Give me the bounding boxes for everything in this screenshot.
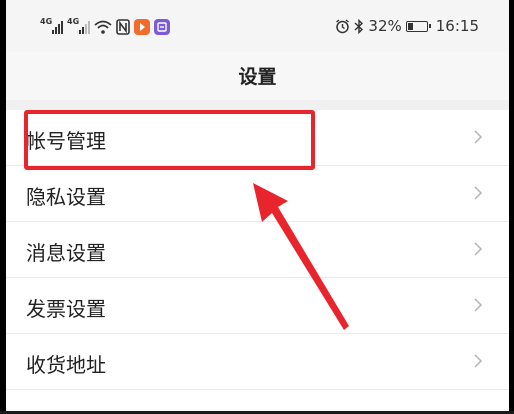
chevron-right-icon	[474, 130, 483, 144]
status-left: 4G 4G	[40, 17, 170, 37]
clock-time: 16:15	[435, 17, 479, 35]
frame-edge-right	[509, 0, 514, 414]
settings-item-label: 发票设置	[26, 297, 106, 321]
highlight-annotation-box	[24, 110, 315, 170]
battery-icon	[405, 20, 431, 32]
battery-percent: 32%	[368, 17, 402, 35]
settings-item-label: 收货地址	[26, 353, 106, 377]
settings-item-messages[interactable]: 消息设置	[6, 222, 509, 278]
cellular-signal-2-icon: 4G	[67, 17, 90, 34]
settings-item-privacy[interactable]: 隐私设置	[6, 166, 509, 222]
status-bar: 4G 4G 32% 16:15	[6, 0, 509, 52]
settings-item-label: 隐私设置	[26, 185, 106, 209]
screen: 4G 4G 32% 16:15 设置 帐号管理 隐私设置 消息设置 发票设置 收…	[0, 0, 514, 414]
signal-1-label: 4G	[40, 17, 53, 26]
settings-item-shipping-address[interactable]: 收货地址	[6, 334, 509, 390]
status-right: 32% 16:15	[335, 17, 479, 35]
page-title: 设置	[238, 66, 277, 88]
chevron-right-icon	[474, 354, 483, 368]
chevron-right-icon	[474, 186, 483, 200]
bluetooth-icon	[354, 18, 364, 34]
settings-item-invoice[interactable]: 发票设置	[6, 278, 509, 334]
section-divider	[6, 100, 509, 110]
signal-2-label: 4G	[67, 17, 80, 26]
page-header: 设置	[6, 52, 509, 100]
wifi-icon	[94, 20, 112, 34]
nfc-icon	[116, 19, 130, 35]
chevron-right-icon	[474, 242, 483, 256]
app-notification-orange-icon	[134, 19, 150, 35]
chevron-right-icon	[474, 298, 483, 312]
app-notification-purple-icon	[154, 19, 170, 35]
frame-edge-left	[0, 0, 6, 414]
settings-item-label: 消息设置	[26, 241, 106, 265]
cellular-signal-1-icon: 4G	[40, 17, 63, 34]
alarm-clock-icon	[336, 18, 350, 33]
